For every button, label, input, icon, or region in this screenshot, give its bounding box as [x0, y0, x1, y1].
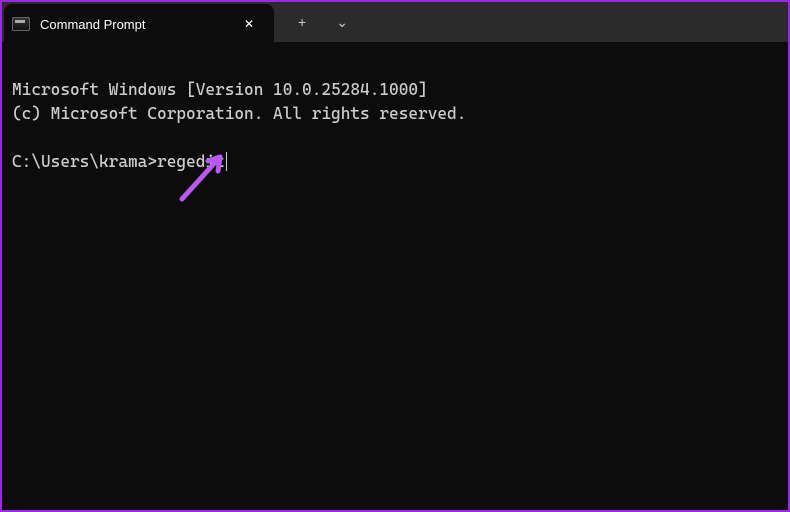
copyright-line: (c) Microsoft Corporation. All rights re…: [12, 104, 466, 123]
version-line: Microsoft Windows [Version 10.0.25284.10…: [12, 80, 428, 99]
terminal-output[interactable]: Microsoft Windows [Version 10.0.25284.10…: [2, 42, 788, 210]
cmd-icon: [12, 17, 30, 31]
tab-title: Command Prompt: [40, 17, 226, 32]
new-tab-button[interactable]: +: [288, 10, 316, 34]
prompt-text: C:\Users\krama>: [12, 150, 157, 174]
text-cursor: [226, 152, 227, 171]
active-tab[interactable]: Command Prompt ✕: [4, 4, 274, 44]
titlebar-actions: + ⌄: [274, 10, 358, 35]
titlebar: Command Prompt ✕ + ⌄: [2, 2, 788, 42]
tab-dropdown-button[interactable]: ⌄: [326, 10, 358, 35]
close-tab-button[interactable]: ✕: [236, 13, 262, 35]
command-input[interactable]: regedit: [157, 150, 225, 174]
prompt-line: C:\Users\krama>regedit: [12, 150, 778, 174]
